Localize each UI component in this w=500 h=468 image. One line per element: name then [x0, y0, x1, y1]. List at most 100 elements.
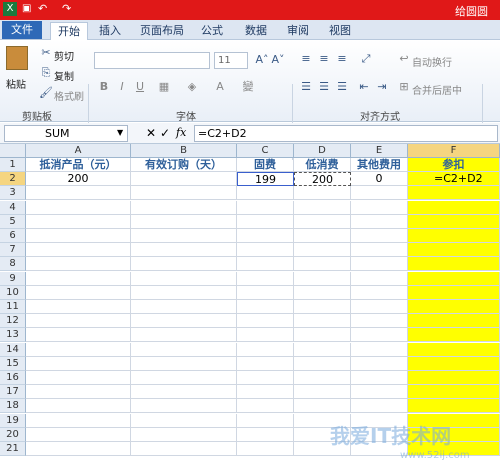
- cell-a16[interactable]: [26, 371, 131, 385]
- cell-a4[interactable]: [26, 200, 131, 215]
- cell-f14[interactable]: [408, 342, 500, 357]
- cell-c2[interactable]: 199: [237, 172, 294, 187]
- cell-b10[interactable]: [131, 285, 237, 300]
- cell-b21[interactable]: [131, 442, 237, 456]
- fill-color-icon[interactable]: ◈: [184, 80, 200, 94]
- decrease-indent-icon[interactable]: ⇤: [356, 80, 372, 94]
- header-cell-b[interactable]: 有效订购（天）: [131, 158, 237, 172]
- copy-button[interactable]: 复制: [54, 68, 74, 83]
- cell-f18[interactable]: [408, 399, 500, 414]
- cell-a3[interactable]: [26, 186, 131, 201]
- cell-b6[interactable]: [131, 229, 237, 243]
- header-cell-d[interactable]: 低消费: [294, 158, 351, 172]
- save-icon[interactable]: ▣: [22, 3, 31, 14]
- paste-icon[interactable]: [6, 46, 28, 70]
- orientation-icon[interactable]: ⤢: [358, 52, 374, 66]
- tab-page-layout[interactable]: 页面布局: [134, 22, 190, 40]
- cell-b16[interactable]: [131, 371, 237, 385]
- cell-e3[interactable]: [351, 186, 408, 201]
- cell-a8[interactable]: [26, 257, 131, 272]
- row-header-6[interactable]: 6: [0, 229, 26, 243]
- cell-b17[interactable]: [131, 385, 237, 400]
- paste-button[interactable]: 粘贴: [6, 76, 26, 91]
- cell-c7[interactable]: [237, 243, 294, 258]
- cell-a2[interactable]: 200: [26, 172, 131, 187]
- cell-f17[interactable]: [408, 385, 500, 400]
- cell-c17[interactable]: [237, 385, 294, 400]
- cell-b8[interactable]: [131, 257, 237, 272]
- shrink-font-icon[interactable]: A˅: [270, 53, 286, 67]
- column-header-d[interactable]: D: [294, 144, 351, 158]
- align-top-icon[interactable]: ≡: [298, 52, 314, 66]
- cell-f7[interactable]: [408, 243, 500, 258]
- grow-font-icon[interactable]: A˄: [254, 53, 270, 67]
- row-header-4[interactable]: 4: [0, 200, 26, 215]
- row-header-18[interactable]: 18: [0, 399, 26, 414]
- cell-c5[interactable]: [237, 214, 294, 229]
- cell-b18[interactable]: [131, 399, 237, 414]
- row-header-3[interactable]: 3: [0, 186, 26, 201]
- underline-icon[interactable]: U: [132, 80, 148, 94]
- align-right-icon[interactable]: ☰: [334, 80, 350, 94]
- row-header-19[interactable]: 19: [0, 413, 26, 428]
- cell-a19[interactable]: [26, 413, 131, 428]
- cell-d2[interactable]: 200: [294, 172, 351, 187]
- align-center-icon[interactable]: ☰: [316, 80, 332, 94]
- tab-formulas[interactable]: 公式: [194, 22, 230, 40]
- cell-d12[interactable]: [294, 314, 351, 329]
- cell-c16[interactable]: [237, 371, 294, 385]
- row-header-21[interactable]: 21: [0, 442, 26, 456]
- column-header-e[interactable]: E: [351, 144, 408, 158]
- font-color-icon[interactable]: A: [212, 80, 228, 94]
- tab-review[interactable]: 审阅: [280, 22, 316, 40]
- cell-d18[interactable]: [294, 399, 351, 414]
- cell-b20[interactable]: [131, 427, 237, 442]
- cell-d6[interactable]: [294, 229, 351, 243]
- row-header-17[interactable]: 17: [0, 385, 26, 400]
- cell-a6[interactable]: [26, 229, 131, 243]
- cell-e2[interactable]: 0: [351, 172, 408, 187]
- cell-e6[interactable]: [351, 229, 408, 243]
- cell-d14[interactable]: [294, 342, 351, 357]
- cell-d5[interactable]: [294, 214, 351, 229]
- cell-a20[interactable]: [26, 427, 131, 442]
- row-header-12[interactable]: 12: [0, 314, 26, 329]
- cell-a17[interactable]: [26, 385, 131, 400]
- column-header-f[interactable]: F: [408, 144, 500, 158]
- cell-e12[interactable]: [351, 314, 408, 329]
- cell-d15[interactable]: [294, 356, 351, 371]
- cell-c14[interactable]: [237, 342, 294, 357]
- cell-a9[interactable]: [26, 271, 131, 286]
- header-cell-f[interactable]: 参扣: [408, 158, 500, 172]
- enter-icon[interactable]: ✓: [160, 126, 170, 140]
- cell-f8[interactable]: [408, 257, 500, 272]
- align-bottom-icon[interactable]: ≡: [334, 52, 350, 66]
- cell-d3[interactable]: [294, 186, 351, 201]
- cell-e10[interactable]: [351, 285, 408, 300]
- cell-e15[interactable]: [351, 356, 408, 371]
- cell-a10[interactable]: [26, 285, 131, 300]
- cell-b2[interactable]: [131, 172, 237, 187]
- cell-e5[interactable]: [351, 214, 408, 229]
- cell-d7[interactable]: [294, 243, 351, 258]
- italic-icon[interactable]: I: [114, 80, 130, 94]
- font-name-input[interactable]: [94, 52, 210, 69]
- row-header-15[interactable]: 15: [0, 356, 26, 371]
- row-header-13[interactable]: 13: [0, 328, 26, 343]
- cell-b3[interactable]: [131, 186, 237, 201]
- font-size-input[interactable]: 11: [214, 52, 248, 69]
- cell-b11[interactable]: [131, 300, 237, 314]
- cell-c19[interactable]: [237, 413, 294, 428]
- cell-d17[interactable]: [294, 385, 351, 400]
- cell-d9[interactable]: [294, 271, 351, 286]
- select-all-corner[interactable]: [0, 144, 26, 158]
- undo-icon[interactable]: ↶: [38, 2, 47, 15]
- cell-f15[interactable]: [408, 356, 500, 371]
- cell-f4[interactable]: [408, 200, 500, 215]
- cell-e11[interactable]: [351, 300, 408, 314]
- cell-b9[interactable]: [131, 271, 237, 286]
- header-cell-c[interactable]: 固费: [237, 158, 294, 172]
- cell-c11[interactable]: [237, 300, 294, 314]
- cell-a21[interactable]: [26, 442, 131, 456]
- cell-a14[interactable]: [26, 342, 131, 357]
